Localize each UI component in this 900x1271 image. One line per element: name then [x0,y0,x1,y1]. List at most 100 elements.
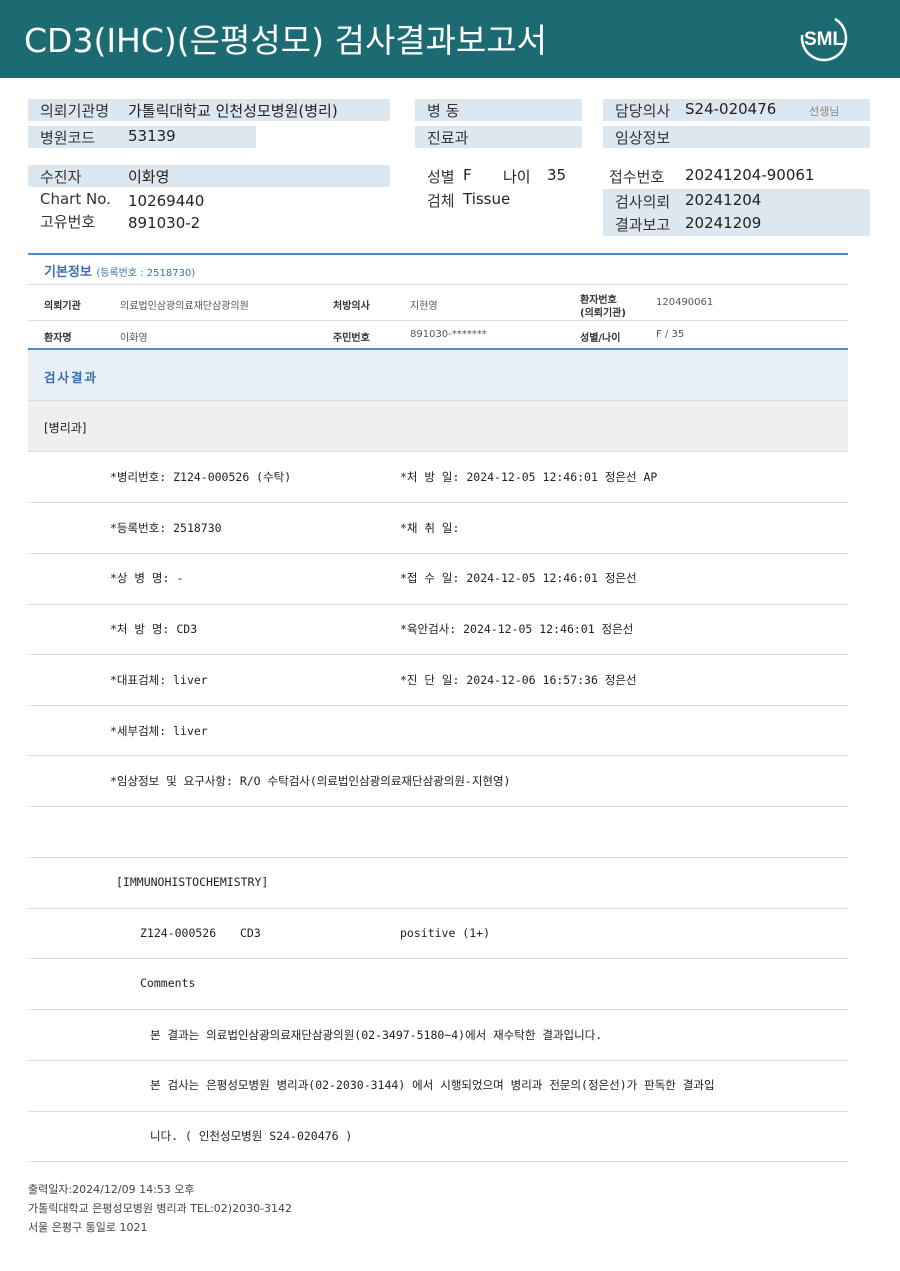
age-label: 나이 [503,168,531,186]
clinical-field: 임상정보 [603,126,870,148]
sml-logo: SML [800,14,848,62]
result-title-band: 검사결과 [28,350,848,400]
basic-name-value: 이화영 [120,333,148,344]
basic-inst-label: 의뢰기관 [44,301,81,312]
footer-address: 서울 은평구 통일로 1021 [28,1221,148,1234]
patient-field: 수진자 이화영 [28,165,390,187]
hospital-code-field: 병원코드 53139 [28,126,256,148]
order-name: *처 방 명: CD3 [110,622,198,636]
basic-sexage-value: F / 35 [656,329,685,340]
receipt-field: 접수번호 20241204-90061 [597,165,870,187]
comments-label: Comments [140,976,196,990]
receipt-label: 접수번호 [609,168,665,186]
divider [28,1009,848,1010]
divider [28,502,848,503]
requester-field: 의뢰기관명 가톨릭대학교 인천성모병원(병리) [28,99,390,121]
footer-print-date: 출력일자:2024/12/09 14:53 오후 [28,1183,195,1196]
comment-line-1: 본 결과는 의료법인삼광의료재단삼광의원(02-3497-5180~4)에서 재… [150,1028,603,1042]
ihc-case-number: Z124-000526 [140,926,217,940]
receipt-value: 20241204-90061 [685,166,815,184]
main-specimen: *대표검체: liver [110,673,208,687]
specimen-field: 검체 Tissue [415,189,585,211]
result-title: 검사결과 [44,370,99,385]
doctor-suffix: 선생님 [809,105,840,118]
dept-label: [병리과] [44,421,87,435]
specimen-value: Tissue [463,190,511,208]
divider [28,755,848,756]
basic-patno-sublabel: (의뢰기관) [580,308,626,319]
divider [28,1161,848,1162]
divider [28,705,848,706]
gross-exam-date: *육안검사: 2024-12-05 12:46:01 정은선 [400,622,634,636]
chart-field: Chart No. 10269440 [28,189,390,211]
report-title: CD3(IHC)(은평성모) 검사결과보고서 [24,21,547,60]
ward-field: 병 동 [415,99,582,121]
sub-specimen: *세부검체: liver [110,724,208,738]
hospital-code-value: 53139 [128,127,176,145]
chart-value: 10269440 [128,192,205,210]
sex-label: 성별 [427,168,455,186]
divider [28,908,848,909]
dept-field: 진료과 [415,126,582,148]
patient-label: 수진자 [40,168,82,186]
doctor-label: 담당의사 [615,102,671,120]
hospital-code-label: 병원코드 [40,129,96,147]
divider [28,958,848,959]
basic-doctor-label: 처방의사 [333,301,370,312]
divider [28,1111,848,1112]
unique-value: 891030-2 [128,214,201,232]
chart-label: Chart No. [40,190,111,208]
requester-label: 의뢰기관명 [40,102,110,120]
basic-rrn-label: 주민번호 [333,333,370,344]
ihc-header: [IMMUNOHISTOCHEMISTRY] [116,875,269,889]
basic-title-text: 기본정보 [44,265,92,280]
divider [28,320,848,321]
requester-value: 가톨릭대학교 인천성모병원(병리) [128,102,338,120]
comment-line-2: 본 검사는 은평성모병원 병리과(02-2030-3144) 에서 시행되었으며… [150,1078,715,1092]
divider [28,654,848,655]
request-value: 20241204 [685,191,762,209]
age-value: 35 [547,166,567,184]
report-label: 결과보고 [615,216,671,234]
basic-doctor-value: 지현영 [410,301,438,312]
dept-band: [병리과] [28,400,848,452]
sex-value: F [463,166,472,184]
divider [28,806,848,807]
divider [28,553,848,554]
comment-line-3: 니다. ( 인천성모병원 S24-020476 ) [150,1129,353,1143]
ihc-result: positive (1+) [400,926,491,940]
request-report-field: 검사의뢰 20241204 결과보고 20241209 [603,189,870,236]
divider [28,451,848,452]
divider [28,1060,848,1061]
report-header: CD3(IHC)(은평성모) 검사결과보고서 SML [0,0,900,78]
basic-patno-value: 120490061 [656,297,714,308]
pathology-number: *병리번호: Z124-000526 (수탁) [110,470,292,484]
clinical-label: 임상정보 [615,129,671,147]
basic-rrn-value: 891030-******* [410,329,487,340]
divider [28,284,848,285]
doctor-field: 담당의사 S24-020476 선생님 [603,99,870,121]
divider [28,604,848,605]
report-value: 20241209 [685,214,762,232]
basic-reg-number: (등록번호 : 2518730) [96,268,196,279]
clinical-note: *임상정보 및 요구사항: R/O 수탁검사(의료법인삼광의료재단삼광의원-지현… [110,774,511,788]
basic-sexage-label: 성별/나이 [580,333,621,344]
unique-label: 고유번호 [40,213,96,231]
basic-name-label: 환자명 [44,333,72,344]
divider [28,857,848,858]
footer-department: 가톨릭대학교 은평성모병원 병리과 TEL:02)2030-3142 [28,1202,293,1215]
basic-top-border [28,253,848,255]
logo-text: SML [804,29,845,50]
order-date: *처 방 일: 2024-12-05 12:46:01 정은선 AP [400,470,658,484]
diagnosis-name: *상 병 명: - [110,571,184,585]
sex-age-field: 성별 F 나이 35 [415,165,585,187]
request-label: 검사의뢰 [615,193,671,211]
ward-label: 병 동 [427,102,460,120]
collection-date: *채 취 일: [400,521,460,535]
diagnosis-date: *진 단 일: 2024-12-06 16:57:36 정은선 [400,673,637,687]
ihc-marker: CD3 [240,926,261,940]
basic-inst-value: 의료법인삼광의료재단삼광의원 [120,301,249,312]
receipt-date: *접 수 일: 2024-12-05 12:46:01 정은선 [400,571,637,585]
specimen-label: 검체 [427,192,455,210]
unique-field: 고유번호 891030-2 [28,210,390,232]
